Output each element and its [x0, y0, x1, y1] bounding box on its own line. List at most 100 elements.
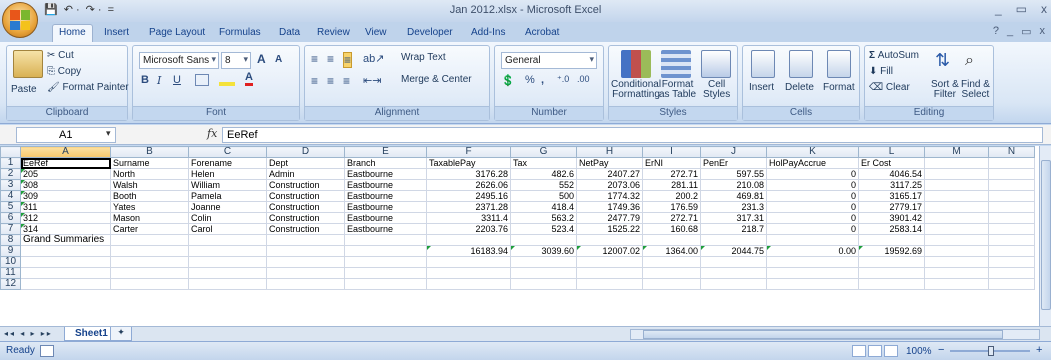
cell[interactable]: Tax: [510, 157, 577, 169]
cell[interactable]: [510, 234, 577, 246]
cell[interactable]: 482.6: [510, 168, 577, 180]
cell[interactable]: 12007.02: [576, 245, 643, 257]
formula-input[interactable]: EeRef: [222, 127, 1043, 143]
font-name-select[interactable]: Microsoft Sans: [139, 52, 219, 69]
row-header[interactable]: 5: [0, 201, 21, 213]
align-top-icon[interactable]: ≡: [311, 52, 318, 66]
cell[interactable]: Surname: [110, 157, 189, 169]
cell[interactable]: [924, 201, 989, 213]
bold-button[interactable]: B: [141, 74, 149, 86]
cell[interactable]: 2044.75: [700, 245, 767, 257]
row-header[interactable]: 2: [0, 168, 21, 180]
insert-cells-button[interactable]: Insert: [749, 82, 774, 93]
cell[interactable]: 3039.60: [510, 245, 577, 257]
tab-developer[interactable]: Developer: [401, 25, 459, 40]
cell[interactable]: Eastbourne: [344, 168, 427, 180]
cell[interactable]: [766, 234, 859, 246]
cell[interactable]: Carter: [110, 223, 189, 235]
vertical-scroll-thumb[interactable]: [1041, 160, 1051, 310]
row-header[interactable]: 10: [0, 256, 21, 268]
cell[interactable]: [988, 168, 1035, 180]
column-header[interactable]: K: [766, 146, 859, 158]
column-header[interactable]: B: [110, 146, 189, 158]
conditional-formatting-button[interactable]: Conditional Formatting: [611, 80, 661, 100]
help-icon[interactable]: ?: [993, 25, 999, 38]
macro-record-icon[interactable]: [40, 345, 54, 357]
cell[interactable]: [20, 267, 111, 279]
column-header[interactable]: G: [510, 146, 577, 158]
cell[interactable]: 563.2: [510, 212, 577, 224]
cell[interactable]: [988, 278, 1035, 290]
cell[interactable]: North: [110, 168, 189, 180]
cell[interactable]: 3165.17: [858, 190, 925, 202]
tab-insert[interactable]: Insert: [98, 25, 135, 40]
binoculars-icon[interactable]: ⌕: [965, 52, 974, 70]
cell[interactable]: Walsh: [110, 179, 189, 191]
delete-cells-button[interactable]: Delete: [785, 82, 814, 93]
cell[interactable]: 19592.69: [858, 245, 925, 257]
decrease-decimal-icon[interactable]: .00: [577, 74, 590, 84]
zoom-in-icon[interactable]: +: [1036, 344, 1042, 356]
cell[interactable]: Er Cost: [858, 157, 925, 169]
cell[interactable]: [110, 245, 189, 257]
row-header[interactable]: 4: [0, 190, 21, 202]
column-header[interactable]: C: [188, 146, 267, 158]
cell[interactable]: [924, 168, 989, 180]
column-header[interactable]: A: [20, 146, 111, 158]
indent-icon[interactable]: ⇤⇥: [363, 74, 381, 87]
row-header[interactable]: 9: [0, 245, 21, 257]
cell[interactable]: Forename: [188, 157, 267, 169]
cell[interactable]: 2073.06: [576, 179, 643, 191]
cell[interactable]: [20, 278, 111, 290]
align-middle-icon[interactable]: ≡: [327, 52, 334, 66]
cell[interactable]: Eastbourne: [344, 201, 427, 213]
percent-button[interactable]: %: [525, 74, 535, 86]
cell[interactable]: TaxablePay: [426, 157, 511, 169]
cell[interactable]: [988, 234, 1035, 246]
cell[interactable]: 2477.79: [576, 212, 643, 224]
cell[interactable]: 176.59: [642, 201, 701, 213]
cell[interactable]: [924, 179, 989, 191]
cell[interactable]: [924, 256, 989, 268]
column-header[interactable]: D: [266, 146, 345, 158]
cell[interactable]: [858, 234, 925, 246]
cell[interactable]: 2203.76: [426, 223, 511, 235]
cell[interactable]: [700, 256, 767, 268]
cell[interactable]: NetPay: [576, 157, 643, 169]
cell[interactable]: 2407.27: [576, 168, 643, 180]
cell[interactable]: [266, 267, 345, 279]
paste-icon[interactable]: [13, 50, 43, 78]
cell[interactable]: [700, 267, 767, 279]
cell[interactable]: Carol: [188, 223, 267, 235]
cell[interactable]: [188, 267, 267, 279]
tab-home[interactable]: Home: [52, 24, 93, 42]
cell[interactable]: [988, 212, 1035, 224]
cell[interactable]: [924, 245, 989, 257]
cell[interactable]: [426, 234, 511, 246]
horizontal-scroll-thumb[interactable]: [643, 330, 1003, 339]
cell[interactable]: [988, 157, 1035, 169]
column-header[interactable]: H: [576, 146, 643, 158]
cell[interactable]: 0.00: [766, 245, 859, 257]
cell[interactable]: 2495.16: [426, 190, 511, 202]
column-header[interactable]: J: [700, 146, 767, 158]
close-workbook-icon[interactable]: x: [1040, 25, 1046, 38]
minimize-workbook-icon[interactable]: _: [1007, 25, 1013, 38]
cell[interactable]: [858, 278, 925, 290]
tab-review[interactable]: Review: [311, 25, 356, 40]
cell[interactable]: 1774.32: [576, 190, 643, 202]
cell[interactable]: [266, 256, 345, 268]
cell[interactable]: 0: [766, 201, 859, 213]
cell[interactable]: William: [188, 179, 267, 191]
cell[interactable]: 272.71: [642, 212, 701, 224]
cell[interactable]: [576, 267, 643, 279]
cell[interactable]: [188, 234, 267, 246]
cell[interactable]: 308: [20, 179, 111, 191]
orientation-icon[interactable]: ab↗: [363, 52, 384, 65]
cut-button[interactable]: ✂ Cut: [47, 50, 74, 61]
cell[interactable]: ErNI: [642, 157, 701, 169]
cell[interactable]: Eastbourne: [344, 179, 427, 191]
cell[interactable]: [426, 267, 511, 279]
cell[interactable]: [766, 267, 859, 279]
cell[interactable]: [344, 256, 427, 268]
